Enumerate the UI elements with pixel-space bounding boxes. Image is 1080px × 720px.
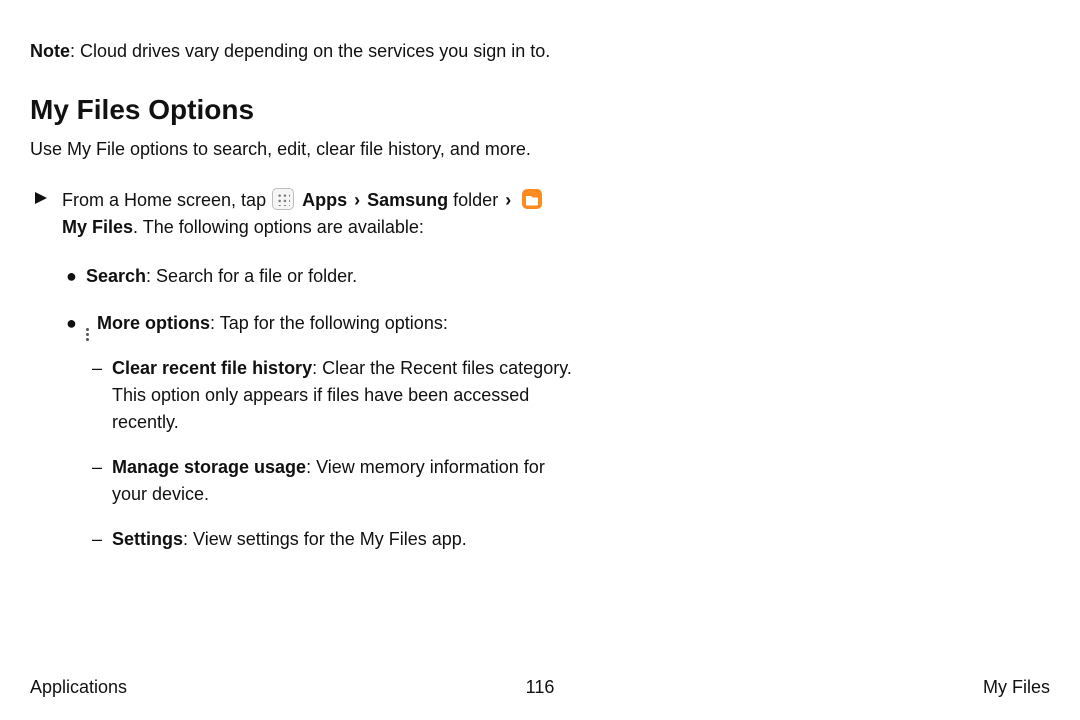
option-title: Search: [86, 266, 146, 286]
sub-options-list: – Clear recent file history: Clear the R…: [86, 355, 576, 553]
more-options-icon: [86, 328, 89, 341]
sub-option-title: Clear recent file history: [112, 358, 312, 378]
myfiles-label: My Files: [62, 217, 133, 237]
sub-list-item: – Manage storage usage: View memory info…: [92, 454, 576, 508]
sub-item-body: Clear recent file history: Clear the Rec…: [112, 355, 576, 436]
footer-left: Applications: [30, 677, 127, 698]
chevron-right-icon: ›: [503, 187, 513, 214]
folder-word: folder: [448, 190, 503, 210]
list-item: ● More options: Tap for the following op…: [66, 310, 576, 571]
sub-option-text: : View settings for the My Files app.: [183, 529, 467, 549]
note-paragraph: Note: Cloud drives vary depending on the…: [30, 38, 570, 64]
samsung-label: Samsung: [367, 190, 448, 210]
dash-icon: –: [92, 454, 112, 481]
options-list: ● Search: Search for a file or folder. ●…: [66, 263, 576, 571]
dash-icon: –: [92, 526, 112, 553]
step-item: From a Home screen, tap Apps › Samsung f…: [34, 187, 574, 241]
dash-icon: –: [92, 355, 112, 382]
sub-list-item: – Settings: View settings for the My Fil…: [92, 526, 576, 553]
section-subhead: Use My File options to search, edit, cle…: [30, 136, 570, 162]
list-item: ● Search: Search for a file or folder.: [66, 263, 576, 290]
note-label: Note: [30, 41, 70, 61]
apps-grid-icon: [272, 188, 294, 210]
chevron-right-icon: ›: [352, 187, 362, 214]
option-text: : Search for a file or folder.: [146, 266, 357, 286]
sub-option-title: Settings: [112, 529, 183, 549]
play-arrow-icon: [34, 187, 62, 205]
sub-list-item: – Clear recent file history: Clear the R…: [92, 355, 576, 436]
list-item-body: Search: Search for a file or folder.: [86, 263, 576, 290]
apps-label: Apps: [302, 190, 347, 210]
page-number: 116: [526, 677, 555, 698]
sub-item-body: Manage storage usage: View memory inform…: [112, 454, 576, 508]
page-footer: Applications 116 My Files: [0, 677, 1080, 698]
list-item-body: More options: Tap for the following opti…: [86, 310, 576, 571]
step-body: From a Home screen, tap Apps › Samsung f…: [62, 187, 574, 241]
step-pre: From a Home screen, tap: [62, 190, 271, 210]
option-title: More options: [97, 313, 210, 333]
bullet-icon: ●: [66, 310, 86, 337]
folder-icon: [521, 188, 543, 210]
option-text: : Tap for the following options:: [210, 313, 448, 333]
note-text: : Cloud drives vary depending on the ser…: [70, 41, 550, 61]
document-page: Note: Cloud drives vary depending on the…: [0, 0, 1080, 720]
footer-right: My Files: [983, 677, 1050, 698]
bullet-icon: ●: [66, 263, 86, 290]
step-post: . The following options are available:: [133, 217, 424, 237]
sub-option-title: Manage storage usage: [112, 457, 306, 477]
section-heading: My Files Options: [30, 94, 1050, 126]
sub-item-body: Settings: View settings for the My Files…: [112, 526, 576, 553]
